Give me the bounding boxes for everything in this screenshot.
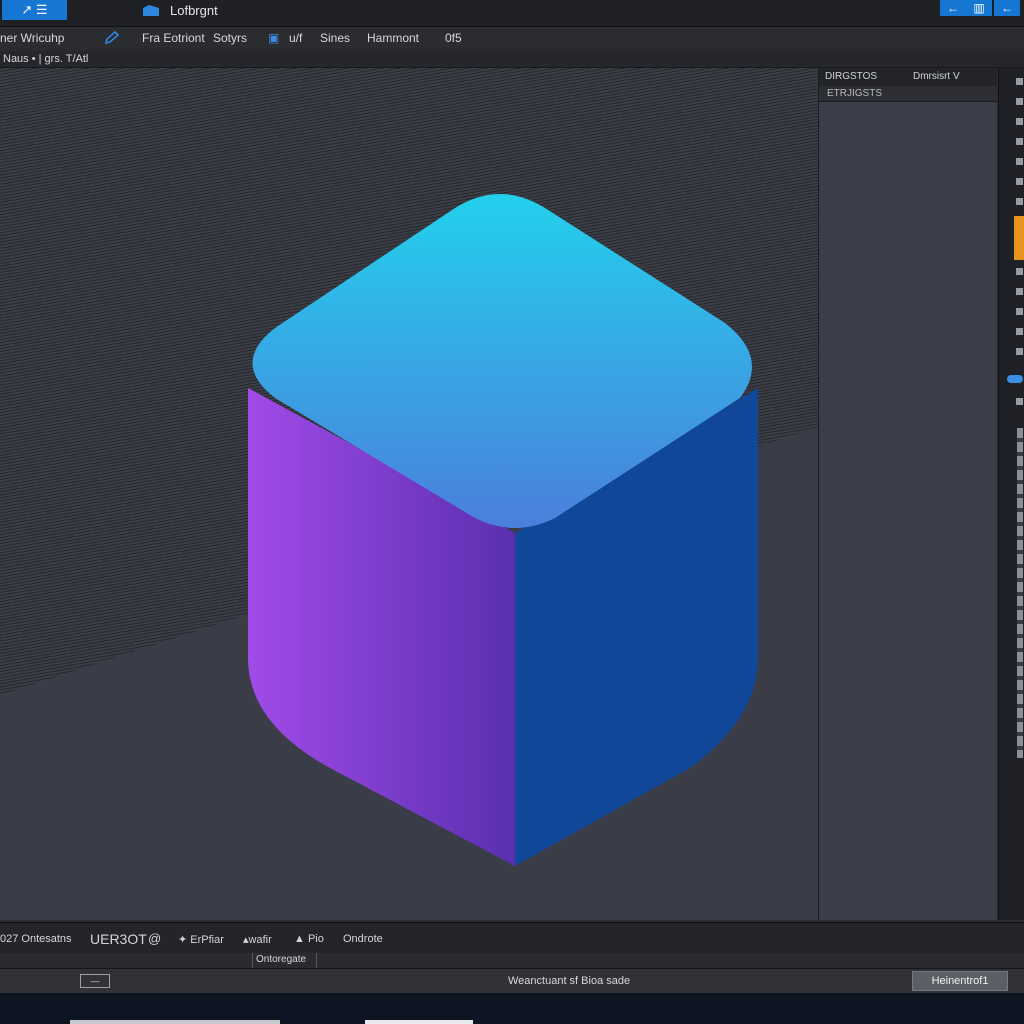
title-bar: ↗ ☰ Lofbrgnt ← ▥ ← xyxy=(0,0,1024,27)
frame-counter[interactable]: UER3OT xyxy=(90,931,147,947)
scrollbar[interactable] xyxy=(1017,428,1023,758)
window-title: Lofbrgnt xyxy=(170,3,218,18)
active-tool-marker[interactable] xyxy=(1014,216,1024,260)
folder-icon xyxy=(143,5,159,16)
effects-button[interactable]: ✦ ErPfiar xyxy=(178,933,224,946)
menu-item-hammont[interactable]: Hammont xyxy=(367,31,419,45)
taskbar-item[interactable] xyxy=(365,1020,473,1024)
tool-strip-item[interactable] xyxy=(1016,308,1023,315)
frame-label: 027 Ontesatns xyxy=(0,933,72,945)
taskbar-item[interactable] xyxy=(70,1020,280,1024)
panel-subheader-label: ETRJIGSTS xyxy=(827,88,883,99)
tool-strip-item[interactable] xyxy=(1016,398,1023,405)
tool-strip-item[interactable] xyxy=(1016,268,1023,275)
info-bar: Naus • | grs. T/Atl xyxy=(0,51,1024,68)
record-icon[interactable]: @ xyxy=(148,931,161,946)
menu-item-sines[interactable]: Sines xyxy=(320,31,350,45)
tool-strip-item[interactable] xyxy=(1016,348,1023,355)
tool-strip-item[interactable] xyxy=(1016,78,1023,85)
tool-strip-item[interactable] xyxy=(1016,328,1023,335)
pin-button[interactable]: ▲ Pio xyxy=(294,933,324,945)
tool-strip-item[interactable] xyxy=(1016,198,1023,205)
status-text: Weanctuant sf Bioa sade xyxy=(508,975,631,987)
tool-strip-item[interactable] xyxy=(1016,158,1023,165)
menu-item-setup[interactable]: Sotyrs xyxy=(213,31,247,45)
menu-item-0f5[interactable]: 0f5 xyxy=(445,31,462,45)
panel-tab-left[interactable]: DIRGSTOS xyxy=(825,71,877,82)
timeline-bar: Ontoregate xyxy=(0,953,1024,969)
app-menu-button[interactable]: ↗ ☰ xyxy=(2,0,67,20)
pencil-icon[interactable] xyxy=(104,31,120,45)
taskbar xyxy=(0,993,1024,1024)
menu-item-edit[interactable]: Fra Eotriont xyxy=(142,31,205,45)
tool-strip-item[interactable] xyxy=(1016,288,1023,295)
panel-subheader: ETRJIGSTS xyxy=(819,86,997,102)
window-back-button[interactable]: ← xyxy=(940,0,966,16)
menu-item-workshop[interactable]: ner Wricuhp xyxy=(0,31,64,45)
status-box[interactable]: — xyxy=(80,974,110,988)
tool-strip-item[interactable] xyxy=(1016,178,1023,185)
tool-strip-item[interactable] xyxy=(1016,138,1023,145)
bottom-toolbar: 027 Ontesatns UER3OT @ ✦ ErPfiar ▴wafir … xyxy=(0,922,1024,953)
status-action-button[interactable]: Heinentrof1 xyxy=(912,971,1008,991)
tool-strip-item[interactable] xyxy=(1016,118,1023,125)
panel-tab-right[interactable]: Dmrsisrt V xyxy=(913,71,960,82)
timeline-label: Ontoregate xyxy=(256,954,307,965)
panel-header: DIRGSTOS Dmrsisrt V xyxy=(819,68,997,86)
properties-panel: DIRGSTOS Dmrsisrt V ETRJIGSTS xyxy=(818,68,997,920)
menu-item-uf[interactable]: u/f xyxy=(289,31,302,45)
menu-bar: ner Wricuhp Fra Eotriont Sotyrs ▣ u/f Si… xyxy=(0,27,1024,51)
wafer-button[interactable]: ▴wafir xyxy=(243,933,272,946)
app-menu-label: ↗ ☰ xyxy=(21,2,48,17)
toggle-switch[interactable] xyxy=(1007,375,1023,383)
window-close-button[interactable]: ← xyxy=(994,0,1020,16)
info-text: Naus • | grs. T/Atl xyxy=(3,53,89,65)
tool-strip[interactable] xyxy=(998,68,1024,920)
timeline-track[interactable] xyxy=(38,953,253,968)
tool-strip-item[interactable] xyxy=(1016,98,1023,105)
layer-icon[interactable]: ▣ xyxy=(268,31,279,45)
update-button[interactable]: Ondrote xyxy=(343,933,383,945)
status-bar: — Weanctuant sf Bioa sade Heinentrof1 xyxy=(0,969,1024,993)
divider xyxy=(316,953,317,968)
rounded-cube-object[interactable] xyxy=(0,68,820,920)
window-layout-button[interactable]: ▥ xyxy=(966,0,992,16)
